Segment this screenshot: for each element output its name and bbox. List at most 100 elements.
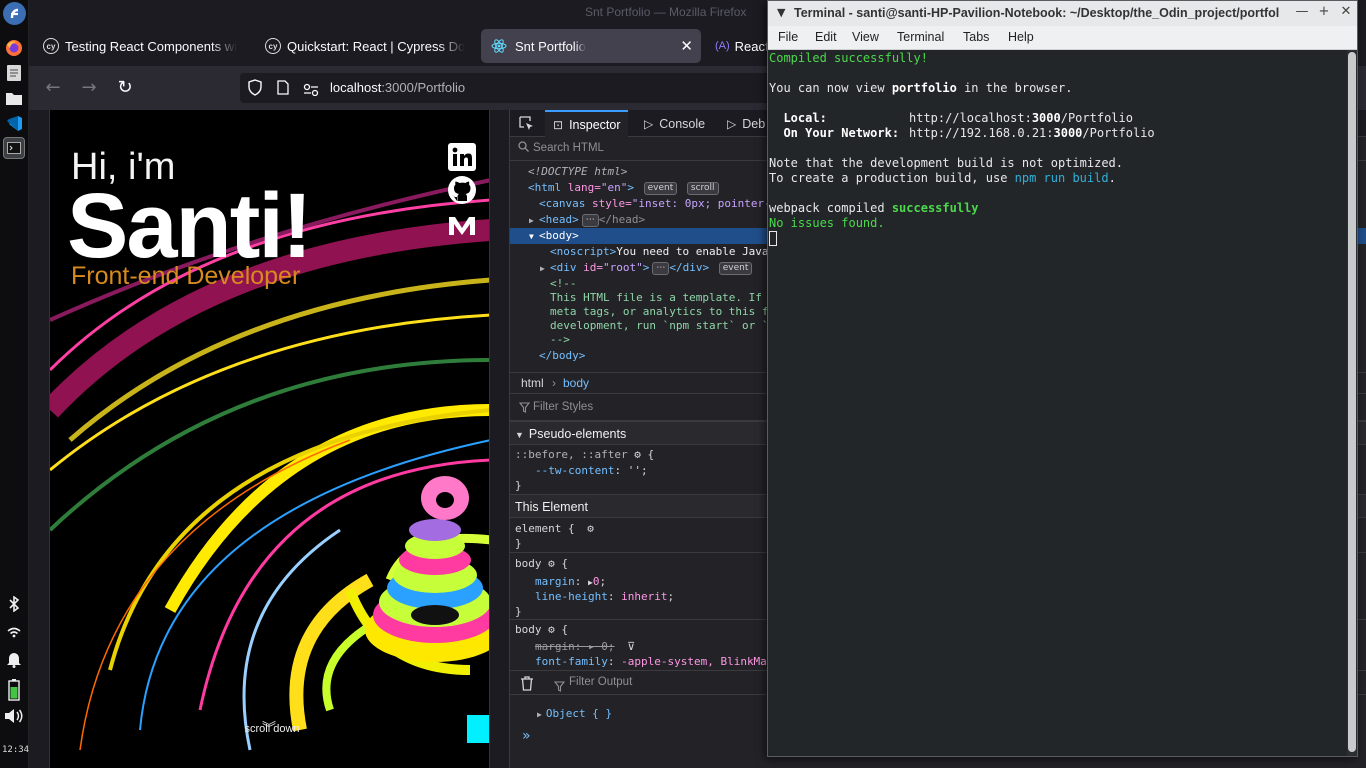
event-badge[interactable]: event bbox=[643, 182, 678, 195]
medium-icon[interactable] bbox=[447, 212, 477, 240]
bell-icon[interactable] bbox=[4, 650, 24, 672]
vscode-icon[interactable] bbox=[3, 112, 25, 134]
value: '' bbox=[627, 464, 641, 477]
tab-quickstart-cypress[interactable]: cy Quickstart: React | Cypress Do bbox=[255, 29, 477, 63]
page-icon[interactable] bbox=[277, 80, 289, 99]
url-bar[interactable]: localhost:3000/Portfolio bbox=[240, 73, 780, 103]
property: font-family bbox=[535, 655, 608, 668]
selector: element bbox=[515, 522, 562, 535]
attr: lang= bbox=[561, 181, 601, 194]
collapse-triangle-icon[interactable]: ▼ bbox=[529, 229, 539, 245]
value: -apple-system, BlinkMa bbox=[621, 655, 767, 668]
tag: </head> bbox=[598, 213, 646, 226]
github-icon[interactable] bbox=[447, 176, 477, 204]
expand-triangle-icon[interactable]: ▶ bbox=[540, 261, 550, 277]
tab-react[interactable]: (A) React bbox=[705, 29, 775, 63]
window-menu-icon[interactable]: ▼ bbox=[777, 6, 785, 19]
collapsed-badge[interactable]: ⋯ bbox=[581, 214, 599, 227]
scrollbar-thumb[interactable] bbox=[1348, 52, 1356, 752]
filter-output-input[interactable]: Filter Output bbox=[569, 676, 632, 688]
text-cursor bbox=[769, 231, 777, 246]
tab-console[interactable]: ▷ Console bbox=[644, 110, 705, 137]
tag: <head> bbox=[539, 213, 579, 226]
back-arrow-icon[interactable]: ← bbox=[42, 77, 64, 98]
scroll-badge[interactable]: scroll bbox=[686, 182, 719, 195]
tab-debugger[interactable]: ▷ Deb bbox=[727, 110, 765, 137]
menu-terminal[interactable]: Terminal bbox=[897, 30, 944, 44]
url-text[interactable]: localhost:3000/Portfolio bbox=[330, 80, 465, 95]
folder-icon[interactable] bbox=[3, 87, 25, 109]
section-label: Pseudo-elements bbox=[528, 427, 627, 441]
menu-tabs[interactable]: Tabs bbox=[963, 30, 989, 44]
console-icon: ▷ bbox=[644, 116, 654, 131]
permissions-icon[interactable] bbox=[303, 81, 319, 100]
breadcrumb-html[interactable]: html bbox=[521, 376, 544, 390]
gear-icon[interactable]: ⚙ bbox=[548, 623, 555, 636]
filter-icon[interactable]: ⊽ bbox=[627, 640, 635, 653]
object-preview: Object { } bbox=[545, 707, 613, 720]
output-line: You can now view portfolio in the browse… bbox=[769, 81, 1072, 96]
selector: ::before, ::after bbox=[515, 448, 628, 461]
page-viewport[interactable]: Hi, i'm Santi! Front-end Developer ︾ scr… bbox=[49, 110, 490, 768]
brace: { bbox=[561, 557, 568, 570]
filter-styles-input[interactable]: Filter Styles bbox=[533, 401, 593, 413]
tag: <div bbox=[550, 261, 577, 274]
expand-triangle-icon[interactable]: ▶ bbox=[537, 710, 542, 719]
torus-stack bbox=[365, 476, 489, 662]
tab-testing-react[interactable]: cy Testing React Components wi bbox=[33, 29, 251, 63]
close-tab-icon[interactable]: ✕ bbox=[680, 37, 693, 55]
terminal-titlebar[interactable]: ▼ Terminal - santi@santi-HP-Pavilion-Not… bbox=[768, 1, 1357, 26]
linkedin-icon[interactable] bbox=[447, 143, 477, 171]
console-log-object[interactable]: ▶ Object { } bbox=[537, 707, 612, 720]
menu-help[interactable]: Help bbox=[1008, 30, 1034, 44]
tag: <noscript> bbox=[550, 245, 617, 258]
volume-icon[interactable] bbox=[4, 708, 24, 728]
tag: <canvas bbox=[539, 197, 586, 210]
wifi-icon[interactable] bbox=[4, 624, 24, 642]
attr: id= bbox=[576, 261, 603, 274]
menu-file[interactable]: File bbox=[778, 30, 798, 44]
brace: } bbox=[515, 605, 522, 618]
menu-view[interactable]: View bbox=[852, 30, 879, 44]
text: successfully bbox=[891, 201, 979, 215]
forward-arrow-icon[interactable]: → bbox=[78, 77, 100, 98]
reload-icon[interactable]: ↻ bbox=[114, 77, 136, 98]
console-prompt[interactable]: » bbox=[522, 728, 531, 744]
tab-snt-portfolio[interactable]: Snt Portfolio ✕ bbox=[481, 29, 701, 63]
terminal-scrollbar[interactable] bbox=[1347, 50, 1357, 756]
gear-icon[interactable]: ⚙ bbox=[548, 557, 555, 570]
terminal-output[interactable]: Compiled successfully! You can now view … bbox=[768, 50, 1346, 756]
expand-triangle-icon[interactable]: ▶ bbox=[529, 213, 539, 229]
tag: > bbox=[627, 181, 634, 194]
close-icon[interactable]: ✕ bbox=[1338, 4, 1354, 19]
window-title: Terminal - santi@santi-HP-Pavilion-Noteb… bbox=[794, 6, 1279, 20]
inspector-icon: ⊡ bbox=[553, 117, 564, 132]
notes-icon[interactable] bbox=[3, 62, 25, 84]
tab-inspector[interactable]: ⊡ Inspector bbox=[545, 110, 629, 137]
collapsed-badge[interactable]: ⋯ bbox=[652, 262, 670, 275]
text: http://192.168.0.21: bbox=[909, 126, 1054, 140]
trash-icon[interactable] bbox=[520, 676, 534, 695]
terminal-icon[interactable] bbox=[3, 137, 25, 159]
menu-edit[interactable]: Edit bbox=[815, 30, 837, 44]
comment: This HTML file is a template. If bbox=[550, 291, 762, 304]
fedora-logo-icon[interactable] bbox=[3, 2, 26, 25]
filter-icon bbox=[553, 677, 566, 696]
hero-role: Front-end Developer bbox=[71, 262, 301, 290]
brace: { bbox=[567, 522, 575, 535]
firefox-icon[interactable] bbox=[3, 37, 25, 59]
bluetooth-icon[interactable] bbox=[4, 595, 24, 616]
event-badge[interactable]: event bbox=[718, 262, 753, 275]
shield-icon[interactable] bbox=[248, 79, 262, 100]
element-picker-icon[interactable] bbox=[519, 116, 534, 135]
comment: development, run `npm start` or ` bbox=[550, 319, 769, 332]
clock[interactable]: 12:34 bbox=[2, 745, 29, 755]
minimize-icon[interactable]: — bbox=[1294, 4, 1310, 19]
scroll-down-label[interactable]: scroll down bbox=[237, 723, 307, 735]
breadcrumb-body[interactable]: body bbox=[563, 376, 589, 390]
gear-icon[interactable]: ⚙ bbox=[587, 522, 594, 535]
maximize-icon[interactable]: + bbox=[1316, 4, 1332, 19]
search-input[interactable]: Search HTML bbox=[533, 142, 604, 154]
gear-icon[interactable]: ⚙ bbox=[634, 448, 641, 461]
text: To create a production build, use bbox=[769, 171, 1015, 185]
